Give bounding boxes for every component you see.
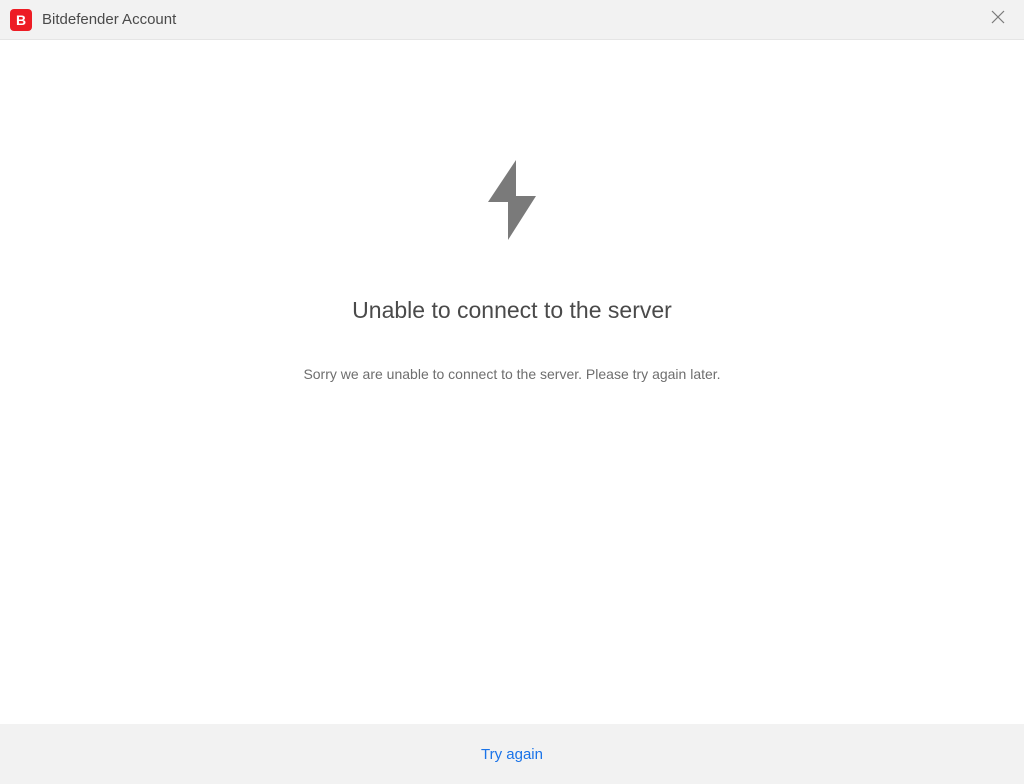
window-title: Bitdefender Account [42, 11, 176, 28]
close-button[interactable] [978, 0, 1018, 40]
error-subtext: Sorry we are unable to connect to the se… [303, 366, 720, 382]
close-icon [991, 10, 1005, 29]
bolt-icon [484, 160, 540, 245]
bitdefender-icon: B [10, 9, 32, 31]
titlebar: B Bitdefender Account [0, 0, 1024, 40]
footer-bar: Try again [0, 724, 1024, 784]
error-heading: Unable to connect to the server [352, 297, 672, 324]
try-again-button[interactable]: Try again [481, 746, 543, 763]
content-area: Unable to connect to the server Sorry we… [0, 40, 1024, 724]
app-window: B Bitdefender Account Unable to connect … [0, 0, 1024, 784]
app-icon-letter: B [16, 12, 26, 28]
